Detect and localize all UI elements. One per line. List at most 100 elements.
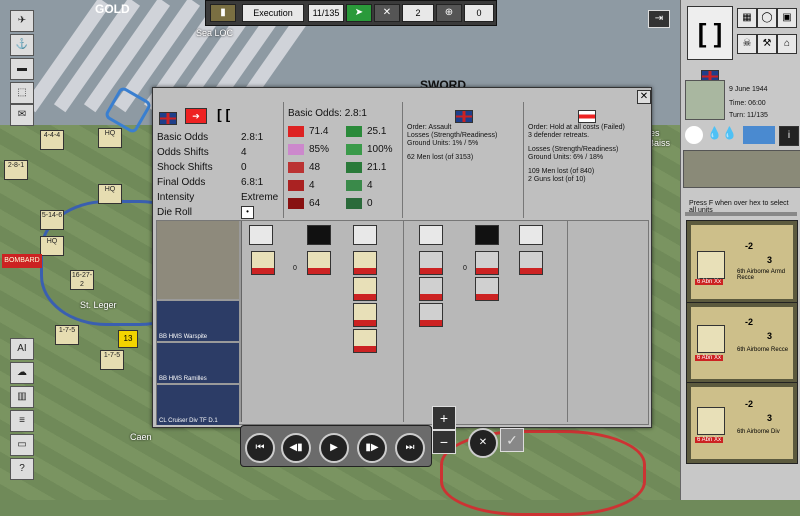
label: Basic Odds <box>157 132 209 143</box>
axis-unit[interactable] <box>475 251 499 275</box>
monitor-icon[interactable]: ▭ <box>10 434 34 456</box>
attack-men: 64 <box>309 198 321 210</box>
label: Intensity <box>157 192 195 203</box>
next-phase-icon[interactable]: ➤ <box>346 4 372 22</box>
supply-lines-icon[interactable]: ✕ <box>374 4 400 22</box>
exit-icon[interactable]: ⇥ <box>648 10 670 28</box>
time-display: Time: 06:00 <box>729 100 766 107</box>
gun-icon <box>288 180 304 191</box>
ship-card[interactable]: BB HMS Warspite <box>157 301 239 341</box>
bombard-marker: BOMBARD <box>2 254 42 268</box>
unit-card[interactable]: 6 Abn Xx -2 3 6th Airborne Div <box>686 382 798 464</box>
map-unit-hq[interactable]: HQ <box>40 236 64 256</box>
factory-icon[interactable]: ⌂ <box>777 34 797 54</box>
weather-cloud-icon <box>685 126 703 144</box>
scrollbar[interactable] <box>685 212 797 216</box>
map-marker[interactable]: 13 <box>118 330 138 348</box>
label: Die Roll <box>157 207 193 218</box>
artillery-category-icon[interactable] <box>419 225 443 245</box>
allied-unit[interactable] <box>251 251 275 275</box>
axis-unit[interactable] <box>419 251 443 275</box>
artillery-icon[interactable]: ⚒ <box>757 34 777 54</box>
air-icon[interactable]: ✈ <box>10 10 34 32</box>
map-label-sea-loc: Sea LOC <box>196 28 234 38</box>
stats-icon[interactable]: ▥ <box>10 386 34 408</box>
map-unit[interactable]: 4-4-4 <box>40 130 64 150</box>
map-unit[interactable]: 16-27-2 <box>70 270 94 290</box>
naval-icon[interactable]: ⚓ <box>10 34 34 56</box>
bypass-category-icon[interactable] <box>519 225 543 245</box>
unit-card[interactable]: 6 Abn Xx -2 3 6th Airborne Recce <box>686 302 798 384</box>
minimap[interactable] <box>685 80 725 120</box>
axis-retreats: 3 defender retreats. <box>528 132 590 139</box>
ship-card[interactable]: CL Cruiser Div TF D.1 <box>157 385 239 425</box>
tank-icon <box>288 162 304 173</box>
allied-losses-label: Losses (Strength/Readiness) <box>407 132 498 139</box>
first-icon[interactable]: ⏮ <box>245 433 275 463</box>
allied-unit[interactable] <box>353 251 377 275</box>
mail-icon[interactable]: ✉ <box>10 104 34 126</box>
map-unit[interactable]: 1-7-5 <box>55 325 79 345</box>
ring-icon[interactable]: ◯ <box>757 8 777 28</box>
zoom-out-icon[interactable]: − <box>432 430 456 454</box>
last-icon[interactable]: ⏭ <box>395 433 425 463</box>
zoom-in-icon[interactable]: + <box>432 406 456 430</box>
fort-icon[interactable]: ▣ <box>777 8 797 28</box>
shock-category-icon[interactable] <box>475 225 499 245</box>
defense-icon <box>346 126 362 137</box>
allied-unit[interactable] <box>353 277 377 301</box>
list-icon[interactable]: ≡ <box>10 410 34 432</box>
supply-icon[interactable]: ⬚ <box>10 82 34 104</box>
axis-unit[interactable] <box>519 251 543 275</box>
axis-unit[interactable] <box>419 277 443 301</box>
attack-readiness: 85% <box>309 144 330 156</box>
allied-unit[interactable] <box>307 251 331 275</box>
gun-icon <box>346 180 362 191</box>
skull-icon[interactable]: ☠ <box>737 34 757 54</box>
ai-icon[interactable]: AI <box>10 338 34 360</box>
top-toolbar: ▮ Execution 11/135 ➤ ✕ 2 ⊕ 0 <box>205 0 497 26</box>
value: Extreme <box>241 192 279 203</box>
allied-result: Order: Assault Losses (Strength/Readines… <box>403 102 524 218</box>
map-unit-hq[interactable]: HQ <box>98 128 122 148</box>
label: Final Odds <box>157 177 206 188</box>
prev-icon[interactable]: ◀▮ <box>281 433 311 463</box>
allied-unit[interactable] <box>353 303 377 327</box>
shield-icon <box>346 162 362 173</box>
chat-icon[interactable]: ☁ <box>10 362 34 384</box>
minus-icon[interactable]: ▬ <box>10 58 34 80</box>
support-list: BB HMS Warspite BB HMS Ramilles CL Cruis… <box>157 221 242 425</box>
phase-icon[interactable]: ▮ <box>210 4 236 22</box>
label: Odds Shifts <box>157 147 209 158</box>
bracket-icon[interactable]: [ ] <box>687 6 733 60</box>
unit-card[interactable]: 6 Abn Xx -2 3 6th Airborne Armd Recce <box>686 220 798 304</box>
axis-unit[interactable] <box>419 303 443 327</box>
map-unit[interactable]: 2-8-1 <box>4 160 28 180</box>
next-icon[interactable]: ▮▶ <box>357 433 387 463</box>
attack-armor: 48 <box>309 162 321 174</box>
play-icon[interactable]: ▶ <box>319 433 349 463</box>
unit-icon[interactable]: ▦ <box>737 8 757 28</box>
ship-card[interactable]: BB HMS Ramilles <box>157 343 239 383</box>
axis-unit[interactable] <box>475 277 499 301</box>
unit-id: 6 Abn Xx <box>695 437 724 443</box>
map-unit[interactable]: 5-14-6 <box>40 210 64 230</box>
defense-strength: 25.1 <box>367 126 387 138</box>
allied-ground-losses: Ground Units: 1% / 5% <box>407 140 479 147</box>
unit-stack-preview[interactable] <box>683 150 800 188</box>
cancel-icon[interactable]: ✕ <box>468 428 498 458</box>
bypass-category-icon[interactable] <box>353 225 377 245</box>
compass-icon[interactable]: ⊕ <box>436 4 462 22</box>
info-icon[interactable]: i <box>779 126 799 146</box>
aircraft-icon <box>346 198 362 209</box>
allied-unit[interactable] <box>353 329 377 353</box>
shock-category-icon[interactable] <box>307 225 331 245</box>
confirm-icon[interactable]: ✓ <box>500 428 524 452</box>
map-unit[interactable]: 1-7-5 <box>100 350 124 370</box>
map-unit-hq[interactable]: HQ <box>98 184 122 204</box>
unit-stat: 3 <box>767 331 773 341</box>
attack-icon <box>288 126 304 137</box>
help-icon[interactable]: ? <box>10 458 34 480</box>
die-icon: • <box>241 206 254 219</box>
artillery-category-icon[interactable] <box>249 225 273 245</box>
